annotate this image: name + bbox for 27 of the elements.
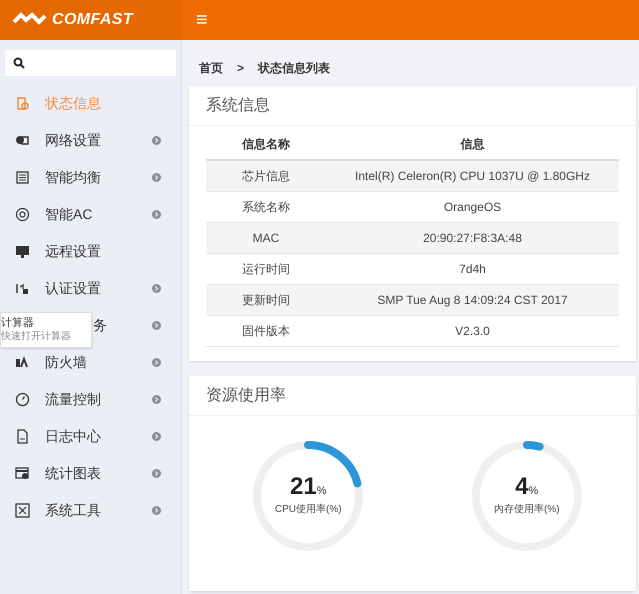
- gauge-label: 内存使用率(%): [494, 502, 560, 517]
- table-cell: 芯片信息: [242, 168, 290, 183]
- tooltip-subtitle: 快速打开计算器: [1, 330, 72, 344]
- table-cell: 7d4h: [459, 262, 486, 276]
- table-cell: 系统名称: [242, 200, 290, 214]
- breadcrumb-current: 状态信息列表: [258, 60, 330, 77]
- table-cell: SMP Tue Aug 8 14:09:24 CST 2017: [377, 292, 568, 306]
- gauge-label: CPU使用率(%): [274, 502, 342, 517]
- table-cell: Intel(R) Celeron(R) CPU 1037U @ 1.80GHz: [355, 168, 590, 183]
- table-cell: V2.3.0: [455, 324, 490, 338]
- table-cell: OrangeOS: [444, 200, 502, 214]
- card-title: 系统信息: [206, 96, 270, 116]
- gauge-unit: %: [528, 484, 538, 500]
- logo-text: COMFAST: [52, 10, 134, 30]
- breadcrumb-separator: >: [237, 60, 244, 77]
- gauge-value: 21: [290, 475, 317, 500]
- column-header: 信息: [460, 136, 484, 150]
- table-cell: MAC: [252, 230, 280, 244]
- table-cell: 运行时间: [242, 262, 290, 276]
- column-header: 信息名称: [242, 136, 290, 150]
- card-title: 资源使用率: [206, 386, 286, 406]
- gauge-unit: %: [316, 484, 326, 500]
- table-cell: 固件版本: [242, 324, 290, 338]
- gauge-value: 4: [515, 475, 529, 500]
- tooltip-title: 计算器: [1, 316, 35, 330]
- table-cell: 更新时间: [242, 292, 290, 306]
- table-cell: 20:90:27:F8:3A:48: [423, 230, 522, 244]
